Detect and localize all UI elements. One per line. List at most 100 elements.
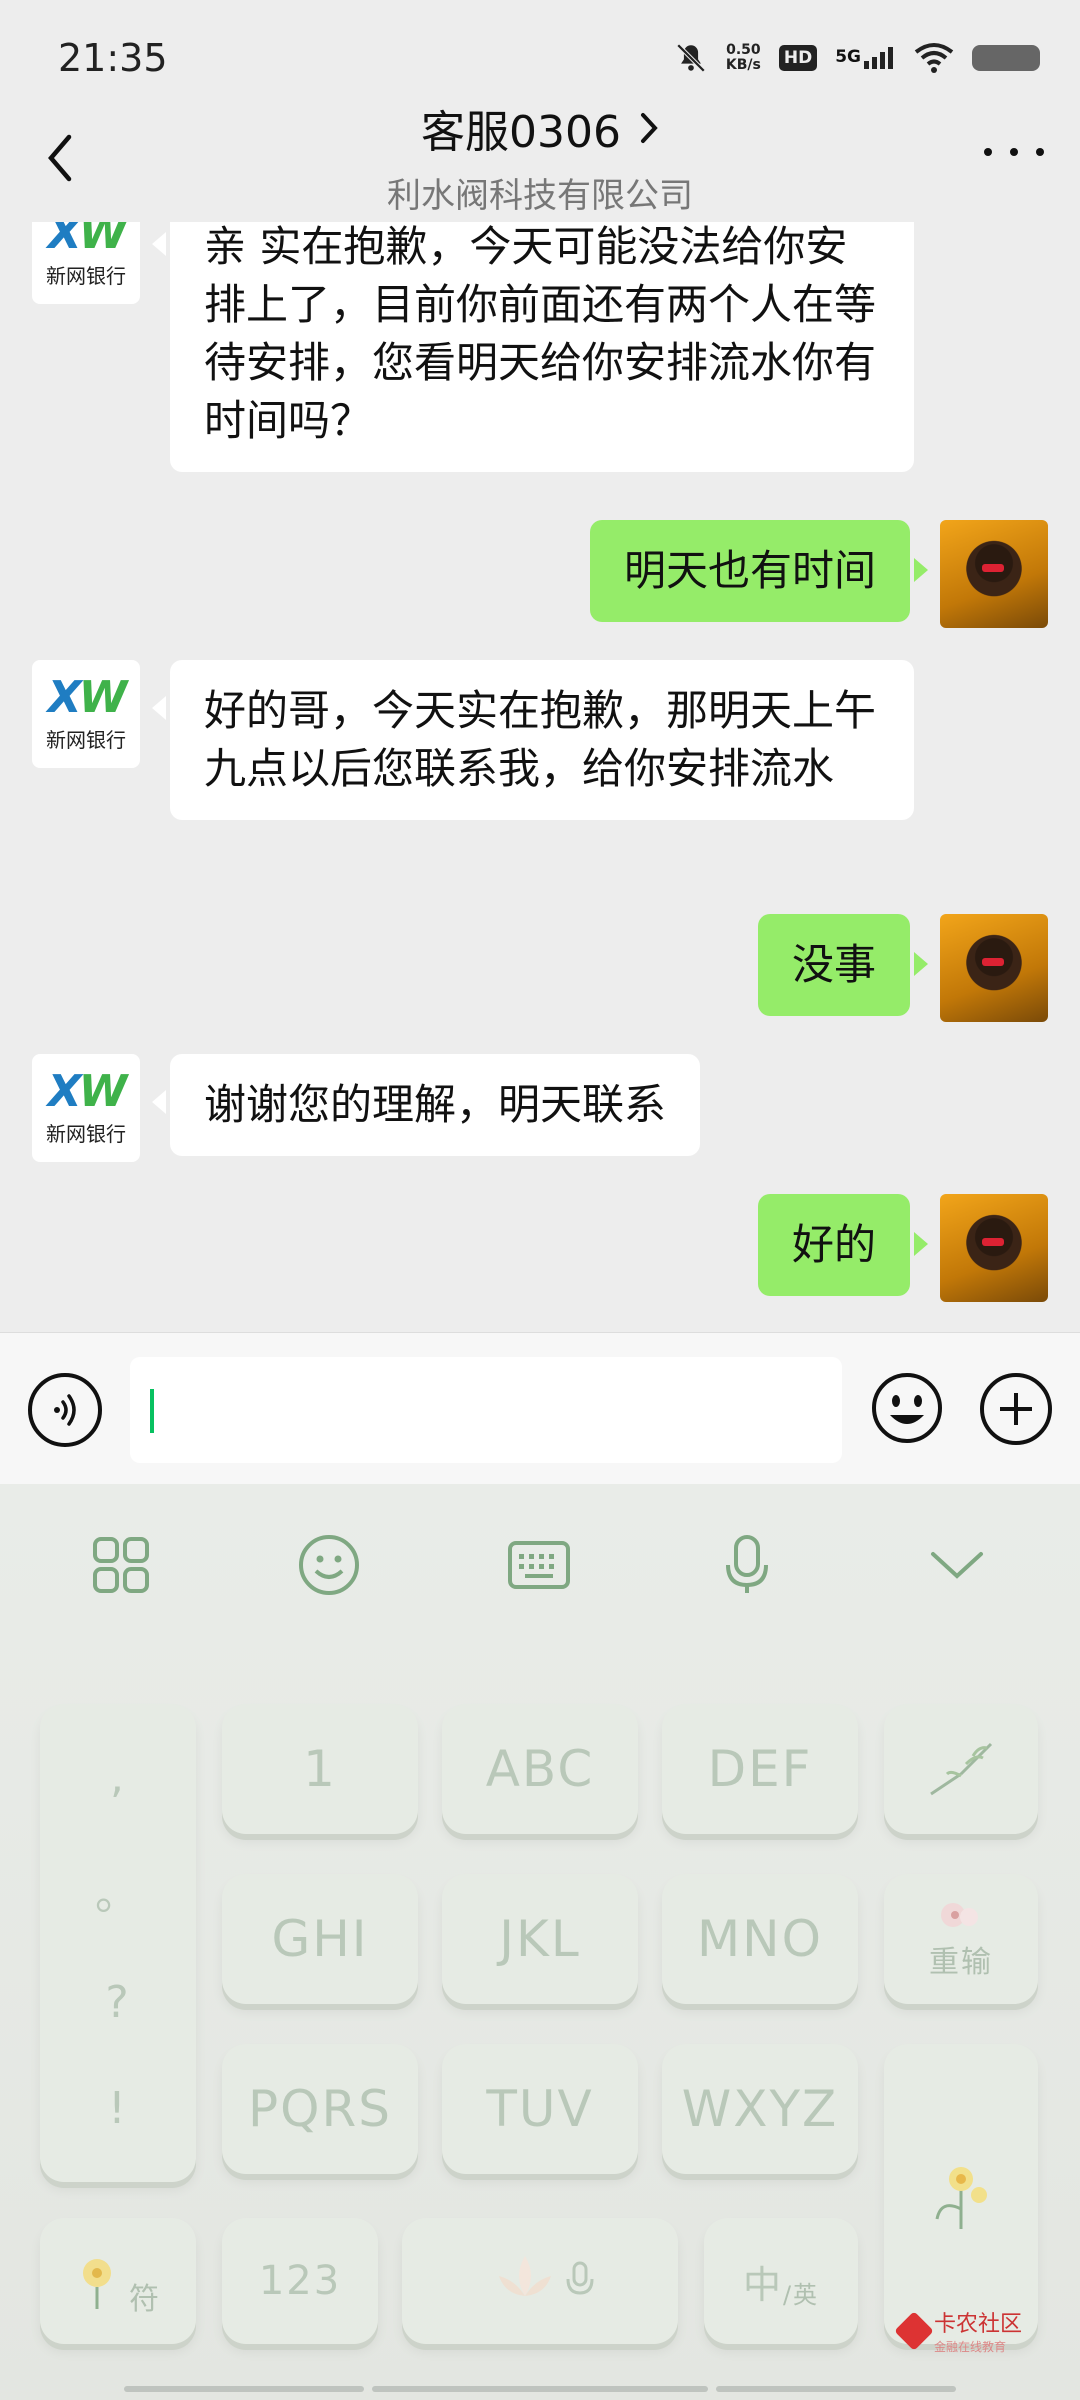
symbols-label: 符 — [129, 2282, 161, 2317]
number-mode-label: 123 — [258, 2258, 342, 2304]
watermark-name: 卡农社区 — [934, 2312, 1023, 2337]
user-avatar[interactable] — [940, 914, 1048, 1022]
key-ghi[interactable]: GHI — [222, 1874, 418, 2004]
status-icons: 0.50 KB/s HD 5G — [674, 38, 1040, 78]
key-wxyz[interactable]: WXYZ — [662, 2044, 858, 2174]
language-switch-key[interactable]: 中 /英 — [704, 2218, 858, 2344]
reenter-label: 重输 — [929, 1945, 993, 1980]
ime-keyboard: , 。 ? ! 1 ABC DEF GHI JKL MNO 重输 PQRS TU… — [0, 1484, 1080, 2400]
emoji-button[interactable] — [870, 1371, 944, 1445]
bank-avatar[interactable]: XW 新网银行 — [32, 1054, 140, 1162]
bank-name: 新网银行 — [46, 727, 126, 752]
toolbar-emoji-button[interactable] — [294, 1530, 364, 1600]
more-dot-icon — [1010, 148, 1018, 156]
message-bubble-incoming[interactable]: 好的哥，今天实在抱歉，那明天上午九点以后您联系我，给你安排流水 — [152, 660, 914, 820]
bank-logo-x: X — [47, 671, 82, 723]
plus-icon — [1000, 1393, 1032, 1425]
number-mode-key[interactable]: 123 — [222, 2218, 378, 2344]
net-speed-value: 0.50 — [726, 42, 761, 58]
bank-logo: XW — [48, 1069, 127, 1114]
key-abc[interactable]: ABC — [442, 1704, 638, 1834]
chat-messages[interactable]: XW 新网银行 亲 实在抱歉，今天可能没法给你安排上了，目前你前面还有两个人在等… — [0, 222, 1080, 1332]
key-tuv[interactable]: TUV — [442, 2044, 638, 2174]
net-speed-unit: KB/s — [725, 57, 761, 73]
bank-logo-w: W — [78, 671, 128, 723]
delete-key[interactable] — [884, 1704, 1038, 1834]
more-options-button[interactable] — [984, 132, 1044, 172]
grid-icon — [93, 1537, 149, 1593]
user-avatar[interactable] — [940, 1194, 1048, 1302]
message-bubble-outgoing[interactable]: 明天也有时间 — [589, 520, 929, 622]
bank-logo-x: X — [47, 1065, 82, 1117]
bank-name: 新网银行 — [46, 1121, 126, 1146]
enter-key[interactable] — [884, 2044, 1038, 2344]
chevron-right-icon — [640, 113, 658, 143]
punct-key[interactable]: ! — [108, 2083, 128, 2134]
voice-wave-icon — [54, 1394, 76, 1426]
bamboo-delete-icon — [930, 1742, 993, 1796]
message-input[interactable] — [130, 1357, 842, 1463]
collapse-chevron-icon — [931, 1552, 983, 1579]
message-text: 好的哥，今天实在抱歉，那明天上午九点以后您联系我，给你安排流水 — [204, 686, 877, 793]
punct-key[interactable]: , — [110, 1752, 126, 1803]
toolbar-grid-button[interactable] — [86, 1530, 156, 1600]
punct-key[interactable]: ? — [105, 1977, 130, 2028]
network-type-label: 5G — [835, 47, 861, 67]
hd-badge: HD — [778, 45, 818, 71]
chat-title-area[interactable]: 客服0306 利水阀科技有限公司 — [0, 96, 1080, 217]
message-text: 好的 — [791, 1220, 876, 1269]
reenter-key[interactable]: 重输 — [884, 1874, 1038, 2004]
home-indicator-right — [716, 2386, 956, 2392]
message-bubble-outgoing[interactable]: 好的 — [757, 1194, 929, 1296]
space-key[interactable] — [402, 2218, 678, 2344]
daffodil-enter-icon — [935, 2167, 987, 2229]
signal-5g: 5G — [835, 47, 896, 69]
bank-avatar[interactable]: XW 新网银行 — [32, 660, 140, 768]
more-actions-button[interactable] — [980, 1373, 1052, 1445]
key-pqrs[interactable]: PQRS — [222, 2044, 418, 2174]
key-mno[interactable]: MNO — [662, 1874, 858, 2004]
keyboard-toolbar — [0, 1484, 1080, 1644]
toolbar-keyboard-button[interactable] — [504, 1530, 574, 1600]
chat-title[interactable]: 客服0306 — [421, 96, 659, 160]
message-text: 没事 — [791, 940, 876, 989]
punctuation-column: , 。 ? ! — [40, 1704, 196, 2182]
bank-logo: XW — [48, 675, 127, 720]
bank-logo-w: W — [78, 1065, 128, 1117]
mic-icon — [726, 1535, 768, 1593]
battery-icon — [972, 45, 1040, 71]
message-text: 明天也有时间 — [623, 546, 876, 595]
voice-input-button[interactable] — [28, 1373, 102, 1447]
emoji-icon — [299, 1535, 359, 1595]
watermark: 卡农社区 金融在线教育 — [894, 2306, 1023, 2355]
more-dot-icon — [1036, 148, 1044, 156]
watermark-tagline: 金融在线教育 — [934, 2340, 1007, 2354]
message-bubble-incoming[interactable]: 亲 实在抱歉，今天可能没法给你安排上了，目前你前面还有两个人在等待安排，您看明天… — [152, 222, 914, 472]
status-time: 21:35 — [58, 36, 168, 80]
signal-bars-icon — [864, 47, 893, 69]
key-def[interactable]: DEF — [662, 1704, 858, 1834]
key-1[interactable]: 1 — [222, 1704, 418, 1834]
message-bubble-incoming[interactable]: 谢谢您的理解，明天联系 — [151, 1054, 701, 1156]
lotus-icon — [499, 2256, 551, 2296]
message-input-bar — [0, 1332, 1080, 1484]
chat-title-text: 客服0306 — [421, 107, 621, 158]
message-text: 谢谢您的理解，明天联系 — [204, 1080, 667, 1129]
message-text: 亲 实在抱歉，今天可能没法给你安排上了，目前你前面还有两个人在等待安排，您看明天… — [204, 222, 877, 445]
symbols-key[interactable]: 符 — [40, 2218, 196, 2344]
more-dot-icon — [984, 148, 992, 156]
message-bubble-outgoing[interactable]: 没事 — [757, 914, 929, 1016]
user-avatar[interactable] — [940, 520, 1048, 628]
chat-subtitle: 利水阀科技有限公司 — [387, 176, 693, 216]
toolbar-voice-button[interactable] — [712, 1530, 782, 1600]
punct-key[interactable]: 。 — [95, 1858, 141, 1922]
flower-icon — [941, 1903, 978, 1927]
wifi-icon — [914, 43, 954, 73]
bank-logo: XW — [48, 222, 127, 256]
home-indicator-center — [372, 2386, 708, 2392]
mic-icon — [566, 2261, 594, 2295]
keyboard-icon — [508, 1541, 570, 1589]
key-jkl[interactable]: JKL — [442, 1874, 638, 2004]
toolbar-collapse-button[interactable] — [922, 1530, 992, 1600]
bank-avatar[interactable]: XW 新网银行 — [32, 222, 140, 304]
